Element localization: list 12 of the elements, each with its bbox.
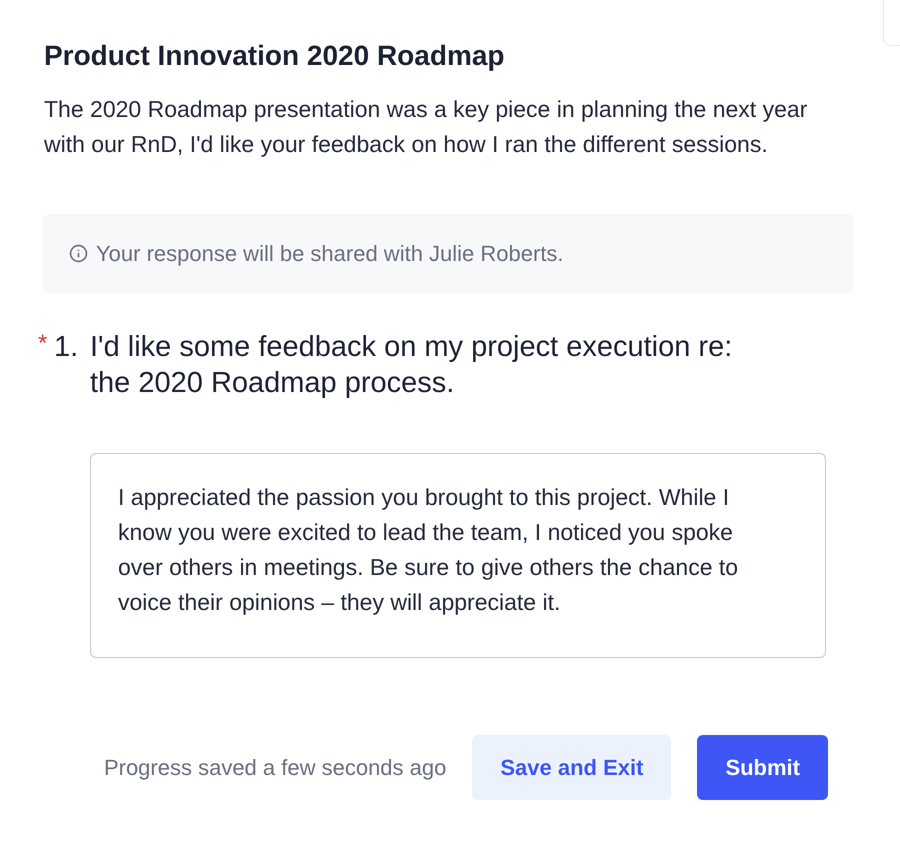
- question-text: I'd like some feedback on my project execution re: the 2020 Roadmap process.: [90, 330, 734, 401]
- info-icon: [69, 244, 88, 263]
- form-title: Product Innovation 2020 Roadmap: [44, 40, 505, 72]
- side-panel: [883, 0, 900, 46]
- required-mark: *: [38, 329, 48, 359]
- answer-field[interactable]: I appreciated the passion you brought to this project. While I know you were excited to lead the team, I noticed you spoke over others in meetings. Be sure to give others the chance to voice their opinions – they will appreciate it.: [90, 453, 826, 658]
- save-status: Progress saved a few seconds ago: [104, 754, 446, 780]
- notice-text: Your response will be shared with Julie Roberts.: [96, 240, 564, 266]
- form-description: The 2020 Roadmap presentation was a key piece in planning the next year with our RnD, I'd like your feedback on how I ran the different sessions.: [44, 95, 808, 159]
- save-exit-button[interactable]: Save and Exit: [472, 735, 672, 800]
- submit-button[interactable]: Submit: [697, 735, 828, 800]
- question-number: 1.: [54, 330, 80, 365]
